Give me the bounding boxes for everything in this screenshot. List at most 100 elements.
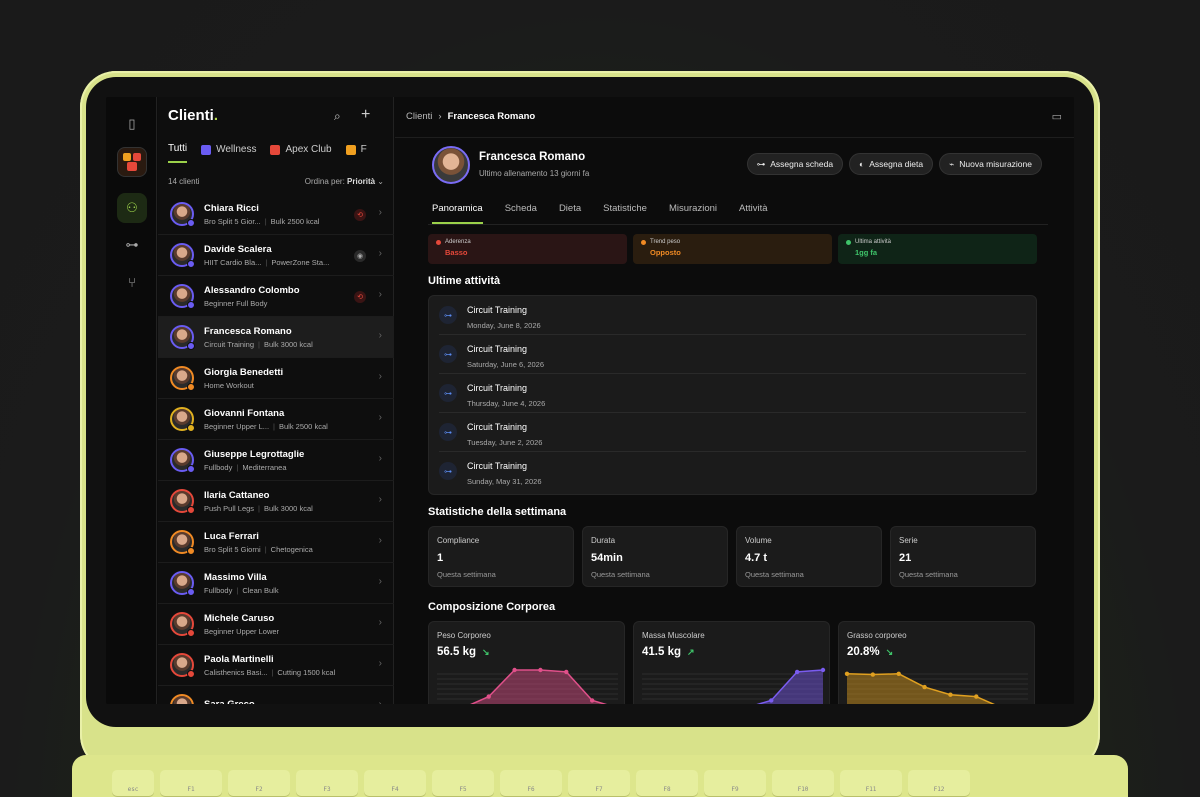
last-workout-text: Ultimo allenamento 13 giorni fa (479, 169, 590, 178)
client-row[interactable]: Giorgia Benedetti Home Workout › (158, 358, 394, 399)
tab-apex-club[interactable]: Apex Club (270, 143, 332, 163)
client-row[interactable]: Paola Martinelli Calisthenics Basi... | Cut… (158, 645, 394, 686)
body-stat-label: Grasso corporeo (847, 631, 907, 640)
body-stat-value: 41.5 kg ↗ (642, 646, 695, 658)
group-badge-icon (187, 301, 195, 309)
client-text: Sara Greco (204, 699, 354, 704)
client-detail: Clienti › Francesca Romano ▭ Francesca R… (395, 97, 1074, 704)
tab-panoramica[interactable]: Panoramica (432, 203, 483, 224)
tab-scheda[interactable]: Scheda (505, 203, 537, 224)
tab-label: Tutti (168, 143, 188, 154)
client-plan: Beginner Upper Lower (204, 627, 354, 636)
activity-row[interactable]: ⊶ Circuit Training Thursday, June 4, 2026 (439, 374, 1026, 413)
chevron-right-icon: › (378, 494, 382, 505)
sort-control[interactable]: Ordina per: Priorità ⌄ (305, 177, 384, 186)
breadcrumb-root[interactable]: Clienti (406, 111, 432, 122)
activity-row[interactable]: ⊶ Circuit Training Saturday, June 6, 2026 (439, 335, 1026, 374)
tab-wellness[interactable]: Wellness (201, 143, 256, 163)
group-icon (270, 144, 281, 155)
client-row[interactable]: Massimo Villa Fullbody | Clean Bulk › (158, 563, 394, 604)
tab-f[interactable]: F (345, 143, 367, 163)
group-badge-icon (187, 465, 195, 473)
client-text: Davide Scalera HIIT Cardio Bla... | PowerZo… (204, 244, 354, 267)
client-text: Ilaria Cattaneo Push Pull Legs | Bulk 3000 … (204, 490, 354, 513)
diet-name: Bulk 3000 kcal (264, 503, 313, 513)
dumbbell-icon: ⊶ (439, 423, 457, 441)
dumbbell-icon: ⊶ (439, 306, 457, 324)
client-plan: Beginner Full Body (204, 299, 354, 308)
client-row[interactable]: Alessandro Colombo Beginner Full Body ⟲ › (158, 276, 394, 317)
new-measurement-button[interactable]: ⌁ Nuova misurazione (939, 153, 1042, 175)
body-composition-title: Composizione Corporea (428, 601, 556, 613)
trend-up-icon: ↗ (687, 646, 695, 657)
data-point (486, 694, 491, 699)
separator: | (236, 462, 239, 472)
assign-diet-button[interactable]: ◐ Assegna dieta (849, 153, 934, 175)
clients-nav-icon[interactable]: ⚇ (117, 193, 147, 223)
client-text: Francesca Romano Circuit Training | Bulk 30… (204, 326, 354, 349)
data-point (896, 671, 901, 676)
add-client-icon[interactable]: + (361, 106, 370, 124)
device-icon: ◉ (354, 250, 366, 262)
client-row[interactable]: Francesca Romano Circuit Training | Bulk 30… (158, 317, 394, 358)
tab-attività[interactable]: Attività (739, 203, 768, 224)
profile-actions: ⊶ Assegna scheda ◐ Assegna dieta ⌁ Nuova misu… (746, 153, 1042, 175)
data-point (769, 698, 774, 703)
key-esc: esc (112, 770, 154, 796)
chevron-right-icon: › (378, 289, 382, 300)
group-badge-icon (187, 383, 195, 391)
diet-name: Bulk 2500 kcal (270, 216, 320, 226)
client-row[interactable]: Chiara Ricci Bro Split 5 Gior... | Bulk 250… (158, 194, 394, 235)
activity-row[interactable]: ⊶ Circuit Training Monday, June 8, 2026 (439, 296, 1026, 335)
tab-misurazioni[interactable]: Misurazioni (669, 203, 717, 224)
dumbbell-icon: ⊶ (439, 384, 457, 402)
chevron-right-icon: › (378, 617, 382, 628)
body-stat-card: Massa Muscolare 41.5 kg ↗ (633, 621, 830, 704)
client-row[interactable]: Giuseppe Legrottaglie Fullbody | Mediterran… (158, 440, 394, 481)
key-f4: F4 (364, 770, 426, 796)
data-point (564, 669, 569, 675)
client-list: Chiara Ricci Bro Split 5 Gior... | Bulk 250… (158, 194, 394, 704)
plan-name: Beginner Full Body (204, 298, 268, 308)
tab-dieta[interactable]: Dieta (559, 203, 581, 224)
nutrition-nav-icon[interactable]: ⑂ (117, 267, 147, 297)
status-value: Basso (445, 248, 468, 257)
week-stat-card: Durata 54min Questa settimana (582, 526, 728, 587)
client-text: Luca Ferrari Bro Split 5 Giorni | Chetogeni… (204, 531, 354, 554)
workouts-nav-icon[interactable]: ⊶ (117, 230, 147, 260)
profile-tabs: Panoramica Scheda Dieta Statistiche Misurazi… (432, 203, 768, 224)
client-row[interactable]: Sara Greco › (158, 686, 394, 704)
client-text: Michele Caruso Beginner Upper Lower (204, 613, 354, 636)
clients-pane: Clienti. ⌕ + Tutti Wellness Apex Club F 14 … (158, 97, 394, 704)
group-badge-icon (187, 219, 195, 227)
client-plan: Home Workout (204, 381, 354, 390)
client-row[interactable]: Giovanni Fontana Beginner Upper L... | Bulk… (158, 399, 394, 440)
diet-name: Bulk 3000 kcal (263, 339, 313, 349)
body-stat-card: Peso Corporeo 56.5 kg ↘ (428, 621, 625, 704)
separator: | (265, 257, 268, 267)
status-dot (641, 239, 646, 245)
value-text: 20.8% (847, 646, 880, 658)
client-row[interactable]: Davide Scalera HIIT Cardio Bla... | PowerZo… (158, 235, 394, 276)
activity-row[interactable]: ⊶ Circuit Training Tuesday, June 2, 2026 (439, 413, 1026, 452)
data-point (794, 669, 800, 675)
stat-value: 54min (591, 552, 623, 564)
profile-avatar (432, 146, 470, 184)
activity-row[interactable]: ⊶ Circuit Training Sunday, May 31, 2026 (439, 452, 1026, 491)
group-tabs: Tutti Wellness Apex Club F (168, 143, 367, 163)
separator: | (236, 585, 239, 595)
client-plan: Fullbody | Clean Bulk (204, 586, 354, 595)
tab-statistiche[interactable]: Statistiche (603, 203, 647, 224)
tab-tutti[interactable]: Tutti (168, 143, 188, 163)
search-icon[interactable]: ⌕ (334, 109, 341, 124)
client-row[interactable]: Michele Caruso Beginner Upper Lower › (158, 604, 394, 645)
assign-plan-button[interactable]: ⊶ Assegna scheda (746, 153, 844, 175)
data-point (922, 684, 927, 690)
workspace-switcher-icon[interactable] (117, 147, 147, 177)
client-row[interactable]: Luca Ferrari Bro Split 5 Giorni | Chetogeni… (158, 522, 394, 563)
archive-icon[interactable]: ▭ (1052, 110, 1062, 123)
sidebar-toggle-icon[interactable]: ▯ (117, 109, 147, 139)
key-f9: F9 (704, 770, 766, 796)
client-row[interactable]: Ilaria Cattaneo Push Pull Legs | Bulk 3000 … (158, 481, 394, 522)
group-badge-icon (187, 588, 195, 596)
